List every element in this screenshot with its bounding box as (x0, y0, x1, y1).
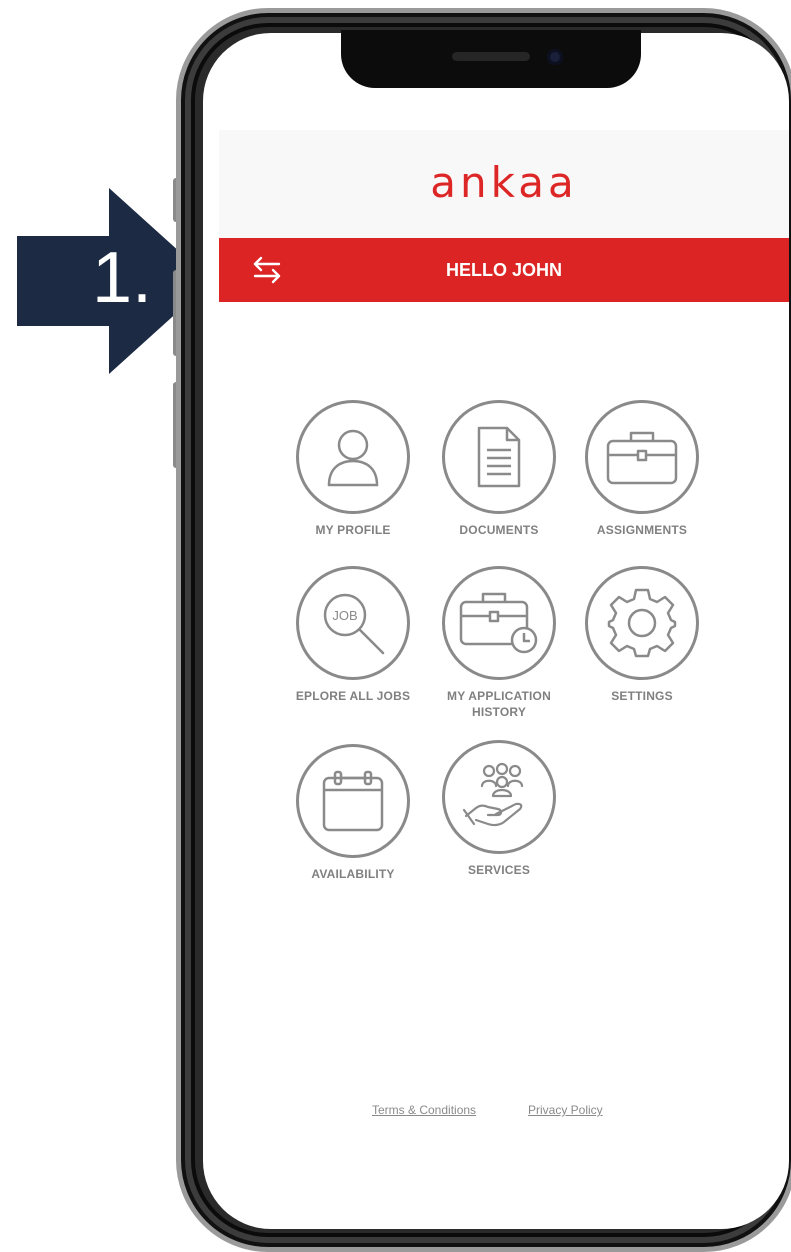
menu-item-circle (442, 400, 556, 514)
camera-icon (547, 49, 563, 65)
menu-item-label: SETTINGS (611, 689, 673, 703)
calendar-icon (322, 770, 384, 832)
menu-item-explore-all-jobs[interactable]: JOB EPLORE ALL JOBS (283, 566, 423, 704)
menu-item-availability[interactable]: AVAILABILITY (283, 744, 423, 882)
menu-item-label: SERVICES (467, 863, 531, 877)
gear-icon (607, 588, 677, 658)
menu-item-settings[interactable]: SETTINGS (572, 566, 712, 704)
menu-item-label: DOCUMENTS (459, 523, 539, 537)
menu-item-my-profile[interactable]: MY PROFILE (283, 400, 423, 538)
briefcase-history-icon (459, 592, 538, 654)
greeting-text: HELLO JOHN (445, 260, 562, 280)
briefcase-icon (606, 431, 678, 485)
menu-item-assignments[interactable]: ASSIGNMENTS (572, 400, 712, 538)
user-icon (327, 429, 379, 487)
menu-item-label: EPLORE ALL JOBS (295, 689, 411, 703)
menu-item-circle (296, 744, 410, 858)
phone-notch (341, 30, 641, 88)
menu-item-circle: JOB (296, 566, 410, 680)
menu-item-label: ASSIGNMENTS (596, 523, 688, 537)
menu-item-circle (585, 400, 699, 514)
menu-item-circle (442, 740, 556, 854)
greeting-bar: HELLO JOHN (219, 238, 789, 302)
menu-item-label: AVAILABILITY (311, 867, 395, 881)
document-icon (477, 426, 521, 488)
terms-link[interactable]: Terms & Conditions (372, 1103, 476, 1117)
app-header: ankaa (219, 130, 789, 238)
app-logo: ankaa (430, 158, 578, 207)
menu-item-circle (585, 566, 699, 680)
swap-arrows-icon[interactable] (249, 254, 285, 286)
menu-item-label: MY APPLICATION HISTORY (447, 689, 551, 719)
menu-item-label: MY PROFILE (315, 523, 391, 537)
callout-number: 1. (91, 238, 153, 318)
privacy-policy-link[interactable]: Privacy Policy (528, 1103, 603, 1117)
menu-item-circle (442, 566, 556, 680)
svg-text:JOB: JOB (332, 608, 357, 623)
speaker-grille (452, 52, 530, 61)
menu-item-documents[interactable]: DOCUMENTS (429, 400, 569, 538)
menu-item-services[interactable]: SERVICES (429, 740, 569, 878)
menu-item-my-application-history[interactable]: MY APPLICATION HISTORY (429, 566, 569, 720)
menu-item-circle (296, 400, 410, 514)
hand-people-icon (462, 762, 524, 827)
job-search-icon: JOB (323, 593, 385, 655)
